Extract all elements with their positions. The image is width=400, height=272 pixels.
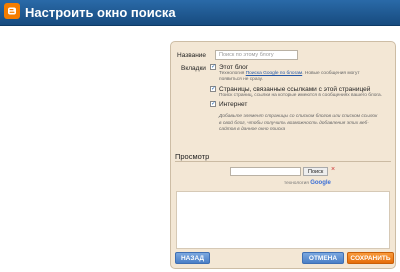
preview-results-area — [176, 191, 390, 249]
page-title: Настроить окно поиска — [25, 5, 176, 20]
this-blog-description-line2: появиться не сразу. — [219, 77, 263, 82]
back-button[interactable]: НАЗАД — [175, 252, 210, 264]
config-panel: Название Поиск по этому блогу Вкладки ✓ … — [170, 41, 396, 269]
clear-icon[interactable]: × — [331, 166, 335, 173]
save-button[interactable]: СОХРАНИТЬ — [347, 252, 394, 264]
google-blog-search-link[interactable]: Поиска Google по блогам — [246, 71, 302, 76]
title-input-placeholder: Поиск по этому блогу — [219, 52, 274, 58]
preview-search-input[interactable] — [230, 167, 301, 176]
window-header: Настроить окно поиска — [0, 0, 400, 26]
this-blog-label: Этот блог — [219, 64, 249, 71]
internet-label: Интернет — [219, 101, 248, 108]
powered-by-label: технология Google — [284, 180, 331, 186]
this-blog-checkbox[interactable]: ✓ — [210, 64, 216, 70]
tabs-label: Вкладки — [181, 65, 206, 72]
linked-pages-checkbox[interactable]: ✓ — [210, 86, 216, 92]
divider — [175, 161, 391, 162]
blogger-logo-icon — [4, 3, 20, 19]
linked-pages-label: Страницы, связанные ссылками с этой стра… — [219, 86, 371, 93]
google-logo-icon: Google — [310, 180, 331, 186]
name-label: Название — [177, 52, 207, 59]
preview-search-button[interactable]: Поиск — [303, 167, 329, 176]
internet-checkbox[interactable]: ✓ — [210, 101, 216, 107]
title-input[interactable]: Поиск по этому блогу — [215, 50, 298, 60]
preview-heading: Просмотр — [175, 152, 210, 161]
linked-pages-description: Поиск страниц, ссылки на которые имеются… — [219, 93, 383, 98]
hint-text: Добавьте элемент страницы со списком бло… — [219, 114, 378, 132]
cancel-button[interactable]: ОТМЕНА — [302, 252, 344, 264]
